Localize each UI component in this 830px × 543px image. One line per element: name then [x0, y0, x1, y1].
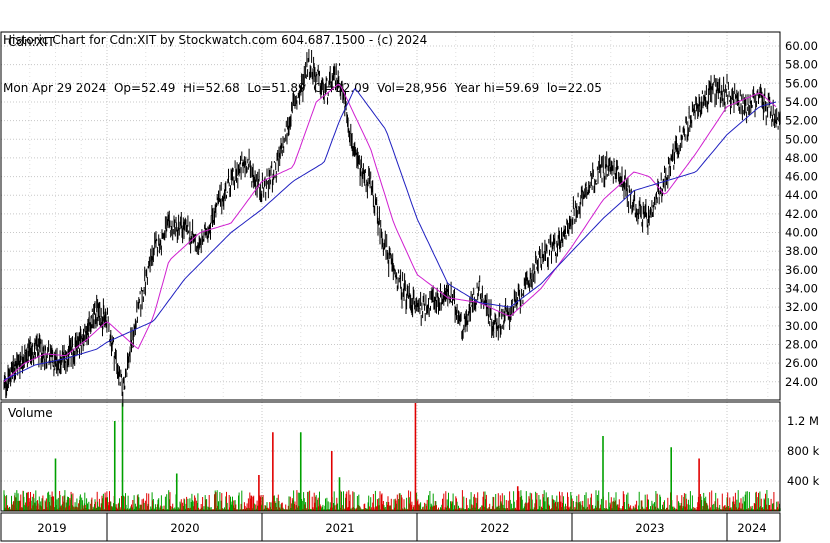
year-label: 2023	[635, 521, 664, 535]
price-tick-label: 26.00	[785, 356, 818, 370]
year-label: 2022	[480, 521, 509, 535]
price-tick-label: 34.00	[785, 282, 818, 296]
long-moving-average-line	[3, 88, 777, 381]
price-tick-label: 50.00	[785, 132, 818, 146]
price-tick-label: 44.00	[785, 188, 818, 202]
volume-tick-label: 800 k	[787, 444, 820, 458]
price-tick-label: 42.00	[785, 207, 818, 221]
price-tick-label: 24.00	[785, 375, 818, 389]
volume-panel-title: Volume	[8, 406, 53, 420]
volume-tick-label: 1.2 M	[787, 414, 819, 428]
axis-labels: 60.00 58.00 56.00 54.00 52.00 50.00 48.00 46.00…	[37, 39, 819, 535]
price-panel-frame	[0, 31, 781, 401]
price-tick-label: 36.00	[785, 263, 818, 277]
price-tick-label: 46.00	[785, 170, 818, 184]
year-label: 2020	[170, 521, 199, 535]
year-label: 2019	[37, 521, 66, 535]
price-panel-title: Cdn:XIT	[8, 35, 55, 49]
moving-averages	[3, 83, 777, 383]
year-label: 2021	[325, 521, 354, 535]
year-label: 2024	[737, 521, 766, 535]
price-tick-label: 28.00	[785, 337, 818, 351]
price-tick-label: 40.00	[785, 226, 818, 240]
price-grid	[1, 32, 780, 541]
volume-bars	[3, 403, 781, 511]
price-tick-label: 56.00	[785, 76, 818, 90]
volume-grid	[1, 420, 780, 482]
volume-tick-label: 400 k	[787, 474, 820, 488]
volume-panel-frame	[0, 401, 781, 512]
price-tick-label: 30.00	[785, 319, 818, 333]
price-tick-label: 52.00	[785, 114, 818, 128]
price-tick-label: 58.00	[785, 58, 818, 72]
short-moving-average-line	[3, 83, 777, 383]
stock-chart: 60.00 58.00 56.00 54.00 52.00 50.00 48.00 46.00…	[0, 31, 820, 542]
price-tick-label: 60.00	[785, 39, 818, 53]
price-bars	[3, 49, 781, 407]
price-tick-label: 54.00	[785, 95, 818, 109]
price-tick-label: 32.00	[785, 300, 818, 314]
price-tick-label: 38.00	[785, 244, 818, 258]
price-tick-label: 48.00	[785, 151, 818, 165]
